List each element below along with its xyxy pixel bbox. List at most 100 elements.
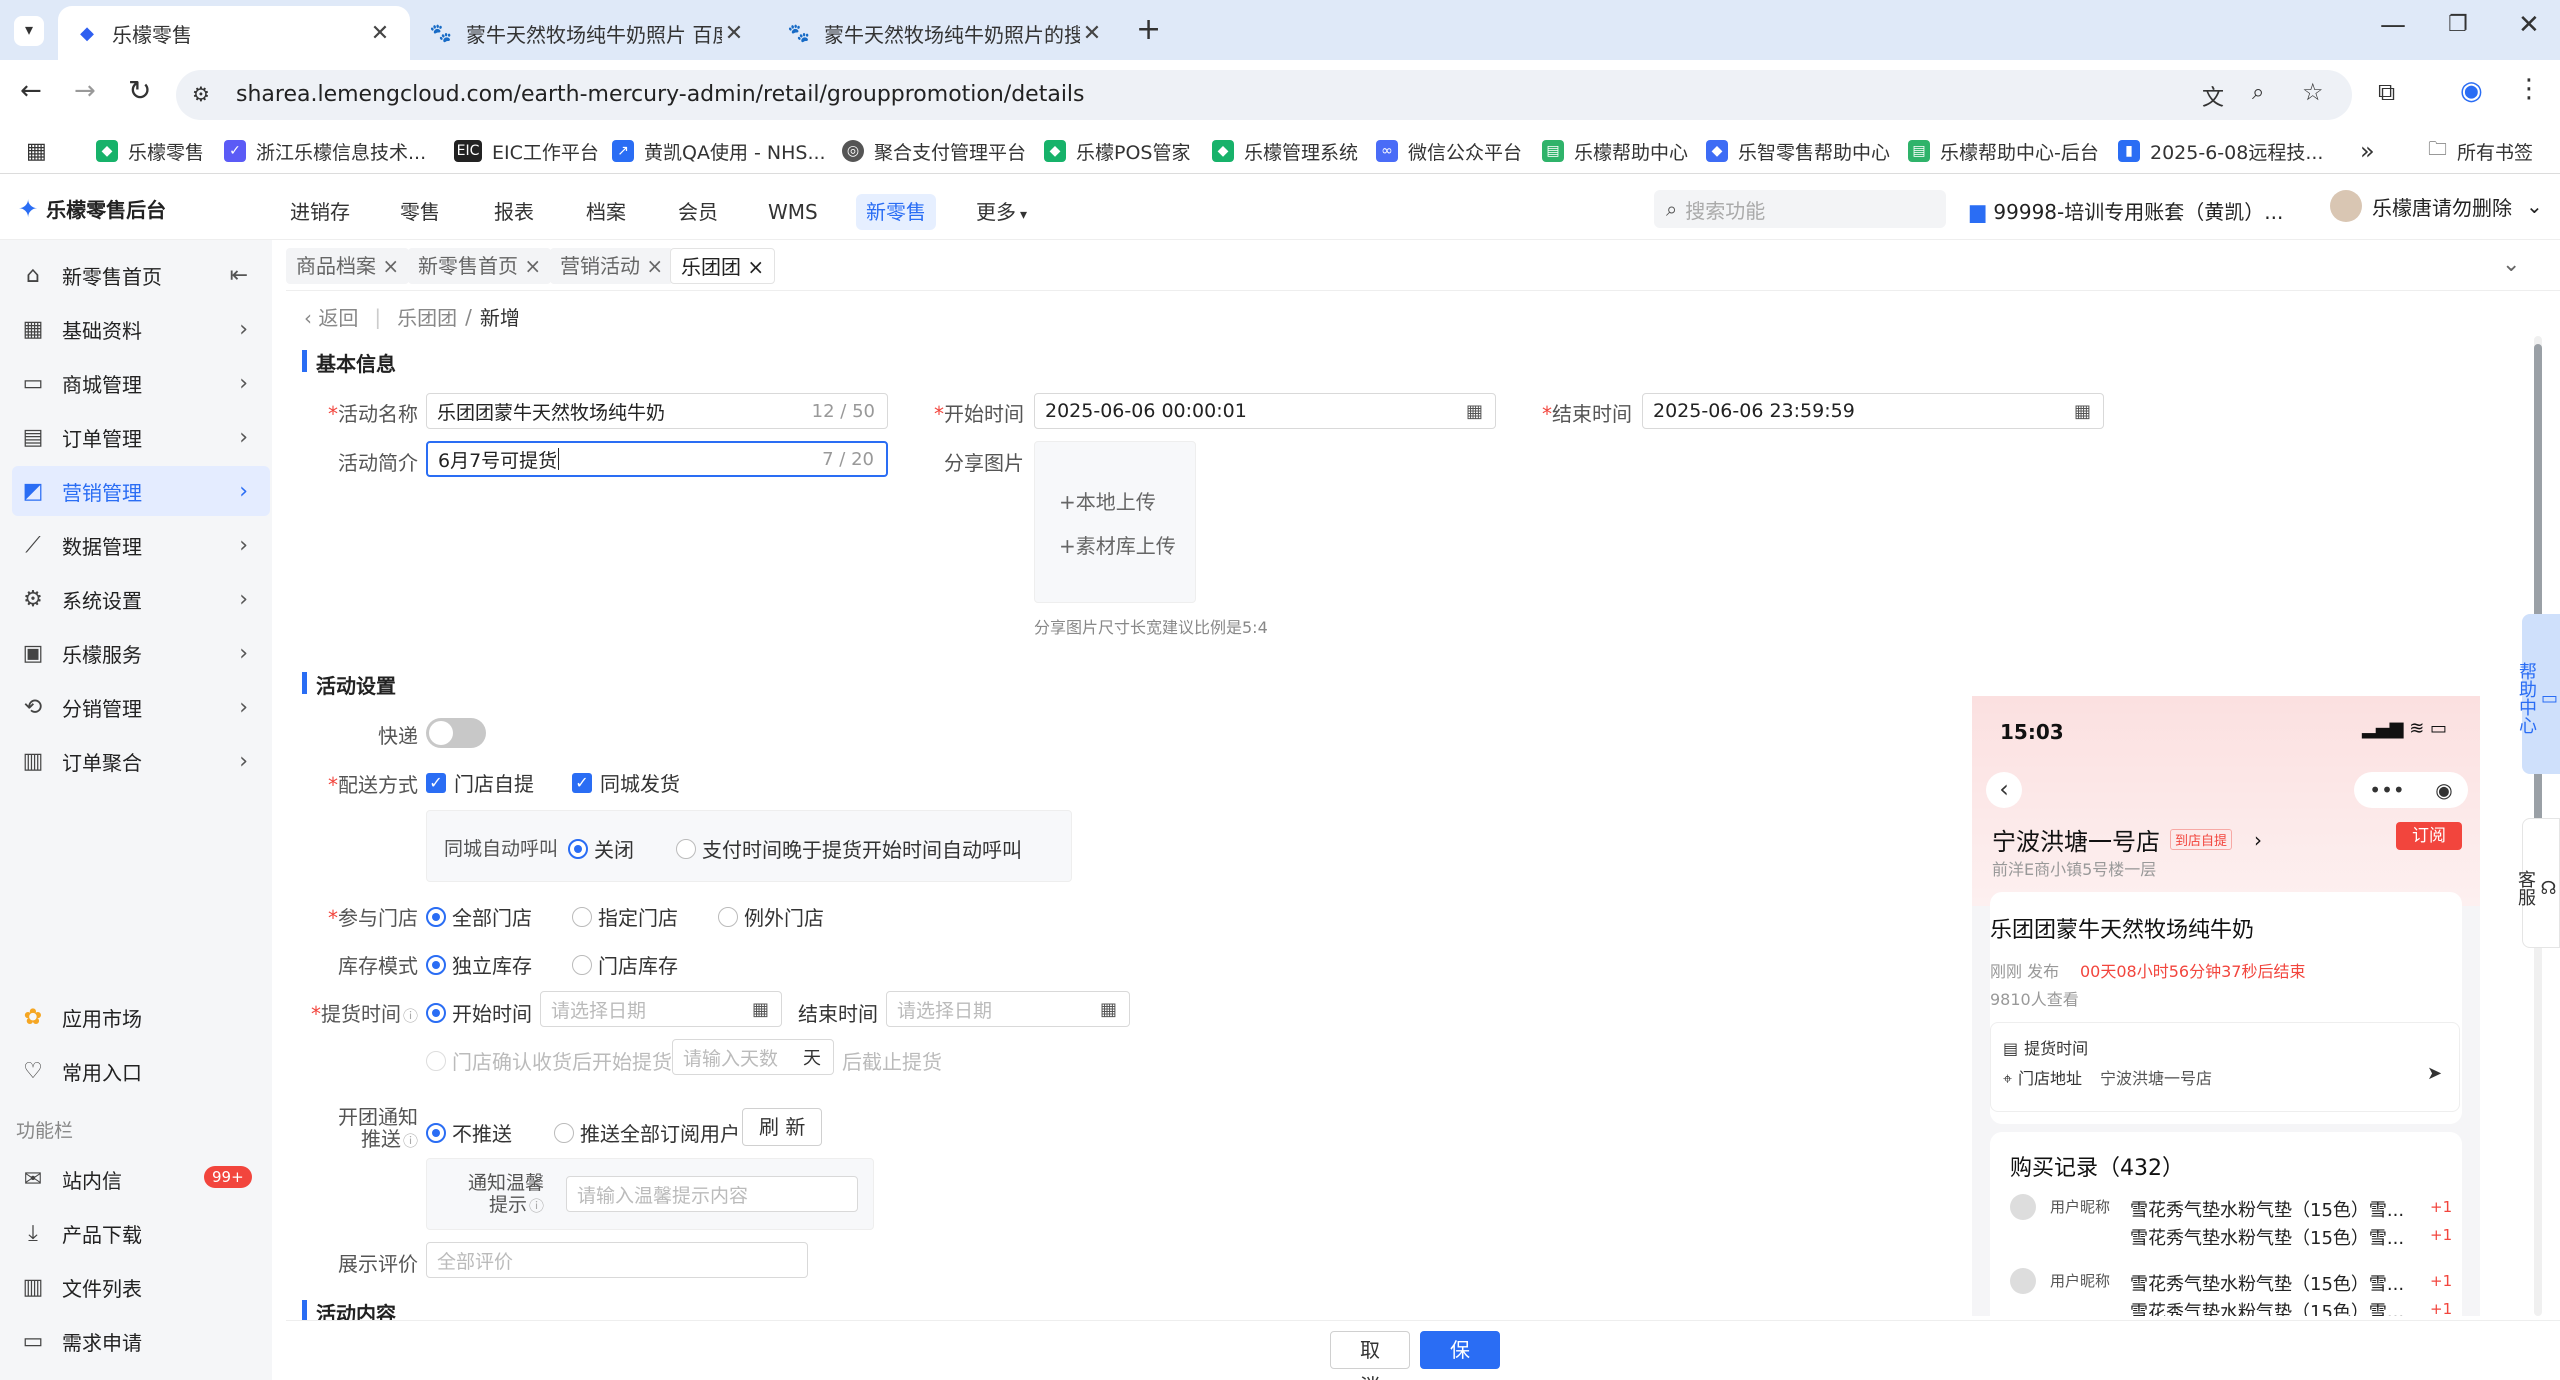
help-icon[interactable]: ⓘ bbox=[403, 1132, 418, 1150]
customer-service-float[interactable]: ☊ 客服 bbox=[2515, 818, 2560, 948]
refresh-button[interactable]: 刷 新 bbox=[742, 1108, 823, 1146]
subscribe-button[interactable]: 订阅 bbox=[2396, 822, 2462, 850]
menu-icon[interactable]: ⋮ bbox=[2516, 74, 2542, 104]
nav-report[interactable]: 报表 bbox=[484, 194, 544, 230]
minimize-icon[interactable]: — bbox=[2380, 10, 2406, 40]
close-tab-icon[interactable]: ✕ bbox=[368, 21, 392, 46]
capsule-menu[interactable]: ••• ◉ bbox=[2354, 772, 2468, 808]
sidebar-app-market[interactable]: ✿ 应用市场 bbox=[12, 992, 270, 1042]
close-window-icon[interactable]: ✕ bbox=[2518, 10, 2540, 40]
pickup-end-date[interactable]: 请选择日期 ▦ bbox=[886, 991, 1130, 1027]
review-select[interactable]: 全部评价 bbox=[426, 1242, 808, 1278]
nav-new-retail[interactable]: 新零售 bbox=[856, 194, 936, 230]
new-tab-button[interactable]: + bbox=[1136, 12, 1161, 47]
user-menu[interactable]: 乐檬唐请勿删除 ⌄ bbox=[2330, 190, 2543, 222]
delivery-self-pickup-checkbox[interactable]: ✓ 门店自提 bbox=[426, 768, 534, 797]
stores-all-radio[interactable]: 全部门店 bbox=[426, 902, 532, 931]
cancel-button[interactable]: 取 消 bbox=[1330, 1331, 1410, 1380]
bookmark-10[interactable]: ◆ 乐智零售帮助中心 bbox=[1706, 128, 1890, 174]
pickup-days-input[interactable]: 请输入天数天 bbox=[672, 1039, 834, 1075]
sidebar-tool-inbox[interactable]: ✉ 站内信 99+ bbox=[12, 1154, 270, 1204]
sidebar-common-entry[interactable]: ♡ 常用入口 bbox=[12, 1046, 270, 1096]
pickup-start-radio[interactable]: 开始时间 bbox=[426, 998, 532, 1027]
apps-icon[interactable]: ▦ bbox=[26, 128, 47, 174]
back-link[interactable]: ‹ 返回 bbox=[304, 302, 358, 331]
sidebar-item-basic[interactable]: ▦ 基础资料 › bbox=[12, 304, 270, 354]
site-info-icon[interactable]: ⚙ bbox=[192, 82, 210, 106]
notify-none-radio[interactable]: 不推送 bbox=[426, 1118, 512, 1147]
delivery-local-checkbox[interactable]: ✓ 同城发货 bbox=[572, 768, 680, 797]
browser-tab-1[interactable]: ◆ 乐檬零售 ✕ bbox=[58, 6, 410, 60]
sidebar-tool-download[interactable]: ⤓ 产品下载 bbox=[12, 1208, 270, 1258]
url-text[interactable]: sharea.lemengcloud.com/earth-mercury-adm… bbox=[236, 82, 1085, 107]
bookmark-12[interactable]: ▮ 2025-6-08远程技... bbox=[2118, 128, 2323, 174]
back-icon[interactable]: ← bbox=[20, 76, 42, 106]
account-selector[interactable]: ▆ 99998-培训专用账套（黄凯）... bbox=[1970, 196, 2283, 225]
upload-local-button[interactable]: +本地上传 bbox=[1059, 486, 1156, 515]
start-time-input[interactable]: 2025-06-06 00:00:01 ▦ bbox=[1034, 393, 1496, 429]
sidebar-item-distribution[interactable]: ⟲ 分销管理 › bbox=[12, 682, 270, 732]
stores-specified-radio[interactable]: 指定门店 bbox=[572, 902, 678, 931]
sidebar-tool-files[interactable]: ▥ 文件列表 bbox=[12, 1262, 270, 1312]
close-icon[interactable]: × bbox=[646, 254, 663, 278]
bookmark-8[interactable]: ∞ 微信公众平台 bbox=[1376, 128, 1522, 174]
pickup-confirm-radio[interactable]: 门店确认收货后开始提货 bbox=[426, 1046, 672, 1075]
close-icon[interactable]: × bbox=[382, 254, 399, 278]
tab-search-icon[interactable]: ▾ bbox=[14, 16, 44, 46]
help-icon[interactable]: ⓘ bbox=[529, 1197, 544, 1215]
nav-archive[interactable]: 档案 bbox=[576, 194, 636, 230]
auto-call-on-radio[interactable]: 支付时间晚于提货开始时间自动呼叫 bbox=[676, 834, 1022, 863]
stock-independent-radio[interactable]: 独立库存 bbox=[426, 950, 532, 979]
bookmark-5[interactable]: ◎ 聚合支付管理平台 bbox=[842, 128, 1026, 174]
sidebar-item-marketing[interactable]: ◩ 营销管理 › bbox=[12, 466, 270, 516]
zoom-icon[interactable]: ⌕ bbox=[2252, 80, 2264, 105]
sidebar-item-data[interactable]: ⟋ 数据管理 › bbox=[12, 520, 270, 570]
navigate-icon[interactable]: ➤ bbox=[2427, 1063, 2442, 1084]
reload-icon[interactable]: ↻ bbox=[128, 74, 151, 107]
end-time-input[interactable]: 2025-06-06 23:59:59 ▦ bbox=[1642, 393, 2104, 429]
bookmark-7[interactable]: ◆ 乐檬管理系统 bbox=[1212, 128, 1358, 174]
extensions-icon[interactable]: ⧉ bbox=[2378, 78, 2395, 106]
bookmark-1[interactable]: ◆ 乐檬零售 bbox=[96, 128, 204, 174]
page-tab-new-retail-home[interactable]: 新零售首页 × bbox=[408, 248, 552, 284]
upload-library-button[interactable]: +素材库上传 bbox=[1059, 530, 1176, 559]
nav-jxc[interactable]: 进销存 bbox=[280, 194, 360, 230]
function-search[interactable]: ⌕ 搜索功能 bbox=[1654, 190, 1946, 228]
help-center-float[interactable]: ▭ 帮助中心 bbox=[2516, 614, 2560, 774]
page-tab-goods[interactable]: 商品档案 × bbox=[286, 248, 410, 284]
sidebar-item-order-agg[interactable]: ▥ 订单聚合 › bbox=[12, 736, 270, 786]
app-logo[interactable]: ✦ 乐檬零售后台 bbox=[18, 194, 166, 223]
all-bookmarks[interactable]: 🗀 所有书签 bbox=[2428, 128, 2533, 174]
stock-store-radio[interactable]: 门店库存 bbox=[572, 950, 678, 979]
page-tab-legroup[interactable]: 乐团团 × bbox=[670, 248, 776, 284]
close-tab-icon[interactable]: ✕ bbox=[1080, 21, 1104, 46]
browser-tab-2[interactable]: 🐾 蒙牛天然牧场纯牛奶照片 百度 ✕ bbox=[412, 6, 764, 60]
translate-icon[interactable]: 文 bbox=[2202, 80, 2224, 112]
bookmark-6[interactable]: ◆ 乐檬POS管家 bbox=[1044, 128, 1190, 174]
star-icon[interactable]: ☆ bbox=[2302, 78, 2324, 106]
close-icon[interactable]: × bbox=[747, 255, 764, 279]
browser-tab-3[interactable]: 🐾 蒙牛天然牧场纯牛奶照片的搜索 ✕ bbox=[770, 6, 1122, 60]
preview-store-name[interactable]: 宁波洪塘一号店 到店自提 › bbox=[1992, 822, 2262, 857]
bookmark-3[interactable]: EIC EIC工作平台 bbox=[454, 128, 599, 174]
bookmarks-overflow-icon[interactable]: » bbox=[2360, 128, 2375, 174]
nav-retail[interactable]: 零售 bbox=[390, 194, 450, 230]
bookmark-9[interactable]: ▤ 乐檬帮助中心 bbox=[1542, 128, 1688, 174]
forward-icon[interactable]: → bbox=[74, 76, 96, 106]
pickup-start-date[interactable]: 请选择日期 ▦ bbox=[540, 991, 782, 1027]
sidebar-tool-request[interactable]: ▭ 需求申请 bbox=[12, 1316, 270, 1366]
bookmark-4[interactable]: ↗ 黄凯QA使用 - NHS... bbox=[612, 128, 826, 174]
restore-icon[interactable]: ❐ bbox=[2448, 12, 2468, 37]
collapse-icon[interactable]: ⇤ bbox=[230, 263, 248, 288]
close-tab-icon[interactable]: ✕ bbox=[722, 21, 746, 46]
sidebar-item-service[interactable]: ▣ 乐檬服务 › bbox=[12, 628, 270, 678]
tip-input[interactable]: 请输入温馨提示内容 bbox=[566, 1176, 858, 1212]
sidebar-item-settings[interactable]: ⚙ 系统设置 › bbox=[12, 574, 270, 624]
express-toggle[interactable] bbox=[426, 718, 486, 748]
stores-exception-radio[interactable]: 例外门店 bbox=[718, 902, 824, 931]
tabs-dropdown-icon[interactable]: ⌄ bbox=[2502, 252, 2520, 277]
nav-more[interactable]: 更多 ▾ bbox=[966, 194, 1037, 230]
page-tab-marketing[interactable]: 营销活动 × bbox=[550, 248, 674, 284]
profile-icon[interactable]: ◉ bbox=[2460, 76, 2483, 106]
close-icon[interactable]: × bbox=[524, 254, 541, 278]
